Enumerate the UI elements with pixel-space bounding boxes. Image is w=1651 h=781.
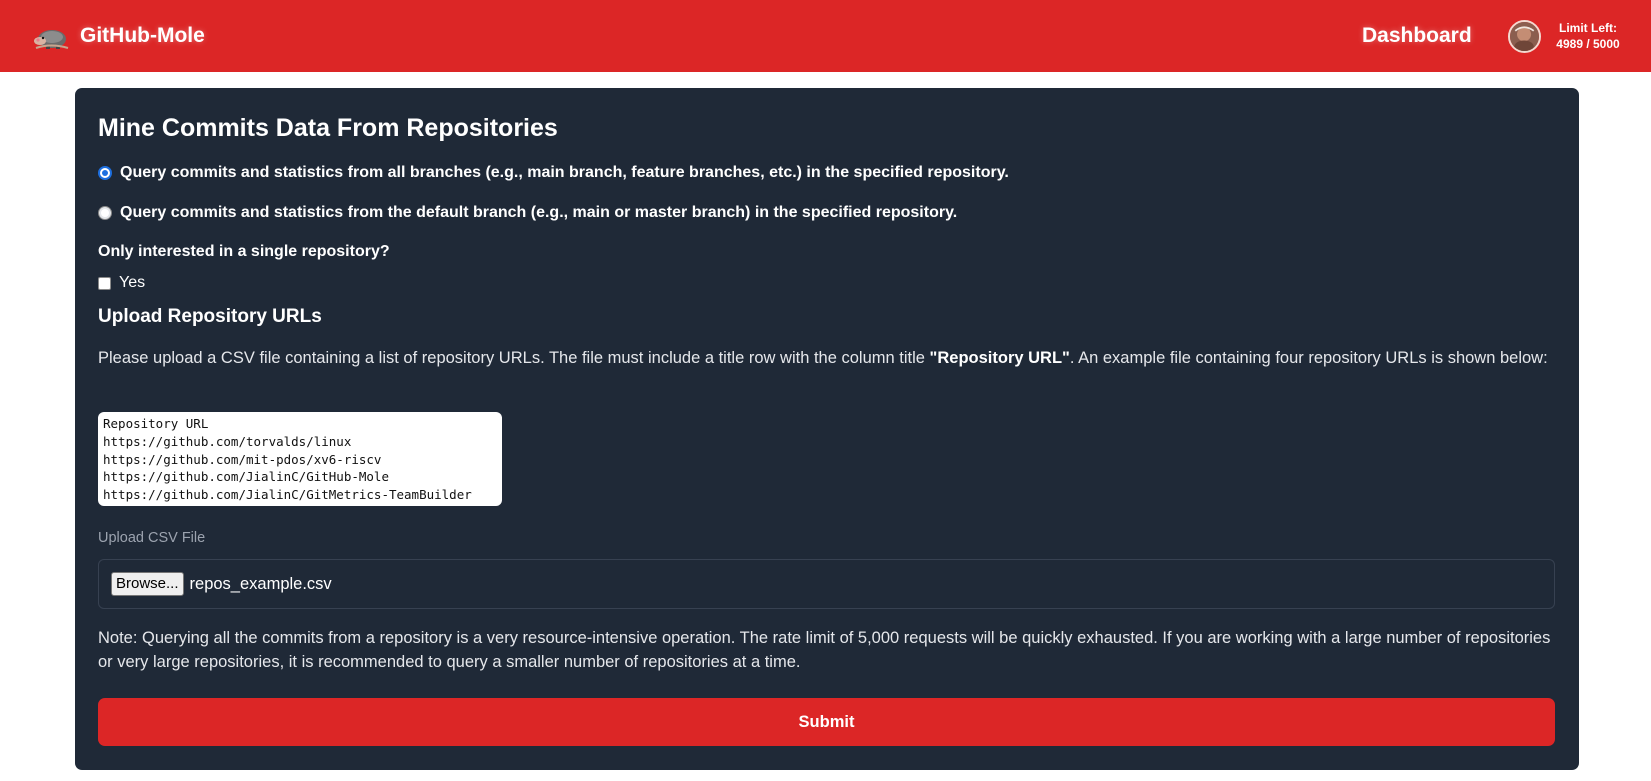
single-repo-checkbox-label: Yes	[119, 274, 146, 291]
submit-button[interactable]: Submit	[98, 698, 1555, 746]
upload-description: Please upload a CSV file containing a li…	[98, 346, 1553, 370]
navbar: GitHub-Mole Dashboard Limit Left: 4989 /…	[0, 0, 1651, 72]
example-line: https://github.com/JialinC/GitHub-Mole	[103, 469, 389, 485]
radio-default-branch-indicator[interactable]	[98, 206, 112, 220]
page-title: Mine Commits Data From Repositories	[98, 114, 558, 142]
example-line: https://github.com/mit-pdos/xv6-riscv	[103, 451, 382, 467]
radio-default-branch[interactable]: Query commits and statistics from the de…	[98, 201, 957, 225]
rate-limit-indicator: Limit Left: 4989 / 5000	[1544, 20, 1632, 52]
description-text-end: . An example file containing four reposi…	[1069, 349, 1548, 367]
radio-all-branches-label: Query commits and statistics from all br…	[120, 164, 1009, 181]
selected-file-name: repos_example.csv	[189, 574, 332, 593]
description-column-title: "Repository URL"	[929, 349, 1070, 367]
mole-icon	[34, 30, 69, 49]
radio-all-branches[interactable]: Query commits and statistics from all br…	[98, 161, 1009, 185]
avatar[interactable]	[1508, 20, 1541, 53]
single-repo-checkbox[interactable]	[98, 276, 111, 290]
example-line: Repository URL	[103, 416, 209, 431]
radio-all-branches-indicator[interactable]	[98, 166, 112, 180]
example-line: https://github.com/torvalds/linux	[103, 433, 352, 449]
rate-limit-label: Limit Left:	[1559, 21, 1617, 35]
browse-button[interactable]: Browse...	[111, 572, 184, 596]
user-avatar-image	[1510, 22, 1539, 51]
upload-heading: Upload Repository URLs	[98, 306, 322, 327]
radio-default-branch-label: Query commits and statistics from the de…	[120, 204, 958, 221]
example-csv-box: Repository URL https://github.com/torvald…	[98, 412, 502, 506]
resource-note: Note: Querying all the commits from a re…	[98, 629, 1551, 671]
description-text: Please upload a CSV file containing a li…	[98, 349, 930, 367]
single-repo-question: Only interested in a single repository?	[98, 243, 390, 260]
nav-dashboard-link[interactable]: Dashboard	[1362, 20, 1472, 52]
upload-csv-label: Upload CSV File	[98, 530, 206, 546]
single-repo-checkbox-row[interactable]: Yes	[98, 272, 145, 294]
brand-link[interactable]: GitHub-Mole	[32, 0, 205, 72]
example-line: https://github.com/JialinC/GitMetrics-Te…	[103, 487, 472, 503]
mine-commits-panel: Mine Commits Data From Repositories Quer…	[75, 88, 1579, 770]
file-input[interactable]: Browse... repos_example.csv	[98, 559, 1555, 609]
rate-limit-value: 4989 / 5000	[1556, 37, 1620, 51]
brand-name: GitHub-Mole	[80, 24, 205, 47]
